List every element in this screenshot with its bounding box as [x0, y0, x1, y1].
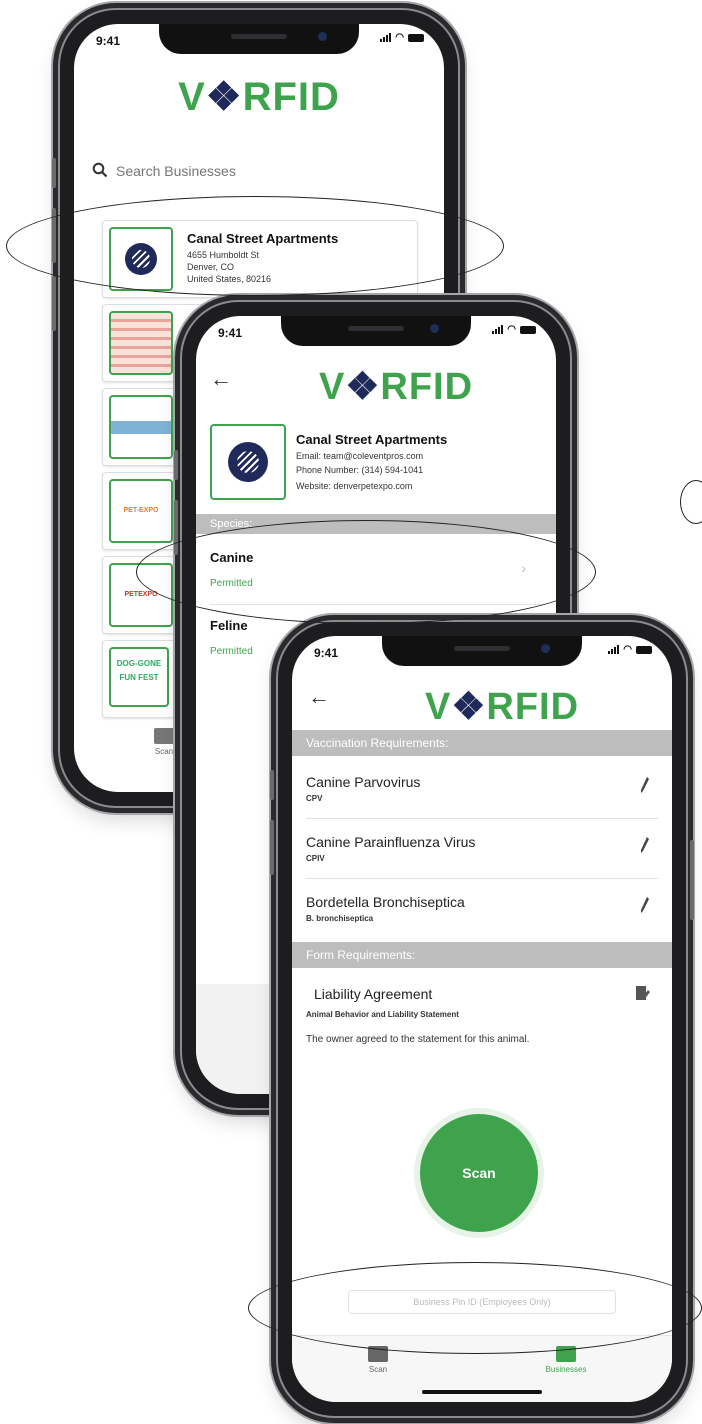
- mute-switch: [174, 450, 178, 480]
- business-logo: [210, 424, 286, 500]
- vaccine-name: Bordetella Bronchiseptica: [306, 894, 465, 910]
- business-website: Website: denverpetexpo.com: [296, 481, 413, 491]
- signal-icon: [608, 645, 620, 654]
- vaccine-abbr: CPIV: [306, 854, 325, 863]
- signal-icon: [492, 325, 504, 334]
- form-subtitle: Animal Behavior and Liability Statement: [306, 1010, 459, 1019]
- pencil-icon[interactable]: [640, 776, 650, 794]
- rss-scan-icon: [154, 728, 174, 744]
- vaccination-header: Vaccination Requirements:: [292, 730, 672, 756]
- business-logo: [109, 395, 173, 459]
- tab-businesses-label: Businesses: [545, 1365, 587, 1374]
- scan-button[interactable]: Scan: [420, 1114, 538, 1232]
- business-email: Email: team@coleventpros.com: [296, 451, 424, 461]
- wifi-icon: ◠: [623, 644, 632, 655]
- battery-icon: [636, 645, 652, 654]
- business-emblem-icon: [228, 442, 268, 482]
- app-logo: V❖RFID: [178, 75, 340, 119]
- divider: [306, 878, 658, 879]
- search-input[interactable]: [114, 158, 388, 184]
- paw-icon: ❖: [205, 75, 243, 119]
- species-name: Feline: [210, 618, 248, 633]
- vaccine-row[interactable]: Canine Parvovirus CPV: [292, 760, 672, 818]
- business-logo: [109, 311, 173, 375]
- vaccine-name: Canine Parainfluenza Virus: [306, 834, 476, 850]
- form-header: Form Requirements:: [292, 942, 672, 968]
- vaccine-name: Canine Parvovirus: [306, 774, 421, 790]
- divider: [306, 818, 658, 819]
- mute-switch: [270, 770, 274, 800]
- business-logo: PET-EXPO: [109, 479, 173, 543]
- wifi-icon: ◠: [395, 32, 404, 43]
- paw-icon: ❖: [345, 366, 381, 408]
- mute-switch: [52, 158, 56, 188]
- status-bar: 9:41 ◠: [292, 636, 672, 666]
- status-bar: 9:41 ◠: [74, 24, 444, 54]
- business-phone: Phone Number: (314) 594-1041: [296, 465, 424, 475]
- app-logo: V❖RFID: [424, 686, 580, 728]
- tab-scan-label: Scan: [154, 747, 174, 756]
- status-time: 9:41: [314, 646, 339, 660]
- back-arrow-icon[interactable]: ←: [308, 684, 330, 710]
- highlight-ellipse-partial: [680, 480, 702, 524]
- status-time: 9:41: [218, 326, 243, 340]
- paw-icon: ❖: [451, 686, 487, 728]
- highlight-ellipse-canine-row: [136, 520, 596, 624]
- volume-up-button: [270, 820, 274, 875]
- form-row[interactable]: Liability Agreement Animal Behavior and …: [292, 972, 672, 1072]
- battery-icon: [520, 325, 536, 334]
- document-sign-icon[interactable]: [636, 986, 650, 1002]
- status-bar: 9:41 ◠: [196, 316, 556, 346]
- vaccine-abbr: B. bronchiseptica: [306, 914, 374, 923]
- volume-down-button: [52, 276, 56, 331]
- tab-scan-label: Scan: [368, 1365, 388, 1374]
- back-arrow-icon[interactable]: ←: [210, 366, 232, 392]
- highlight-ellipse-business-card: [6, 196, 504, 296]
- search-bar[interactable]: [92, 158, 392, 184]
- search-icon: [92, 162, 108, 178]
- vaccine-row[interactable]: Bordetella Bronchiseptica B. bronchisept…: [292, 880, 672, 938]
- highlight-ellipse-business-pin: [248, 1262, 702, 1354]
- pencil-icon[interactable]: [640, 896, 650, 914]
- battery-icon: [408, 33, 424, 42]
- home-indicator: [422, 1390, 542, 1394]
- power-button: [690, 840, 694, 920]
- wifi-icon: ◠: [507, 324, 516, 335]
- form-statement: The owner agreed to the statement for th…: [306, 1034, 530, 1045]
- business-name: Canal Street Apartments: [296, 432, 448, 447]
- business-logo: DOG-GONE FUN FEST: [109, 647, 169, 707]
- vaccine-row[interactable]: Canine Parainfluenza Virus CPIV: [292, 820, 672, 878]
- form-name: Liability Agreement: [314, 986, 433, 1002]
- pencil-icon[interactable]: [640, 836, 650, 854]
- vaccine-abbr: CPV: [306, 794, 323, 803]
- app-logo: V❖RFID: [318, 366, 474, 408]
- species-status: Permitted: [210, 646, 253, 657]
- status-time: 9:41: [96, 34, 121, 48]
- signal-icon: [380, 33, 392, 42]
